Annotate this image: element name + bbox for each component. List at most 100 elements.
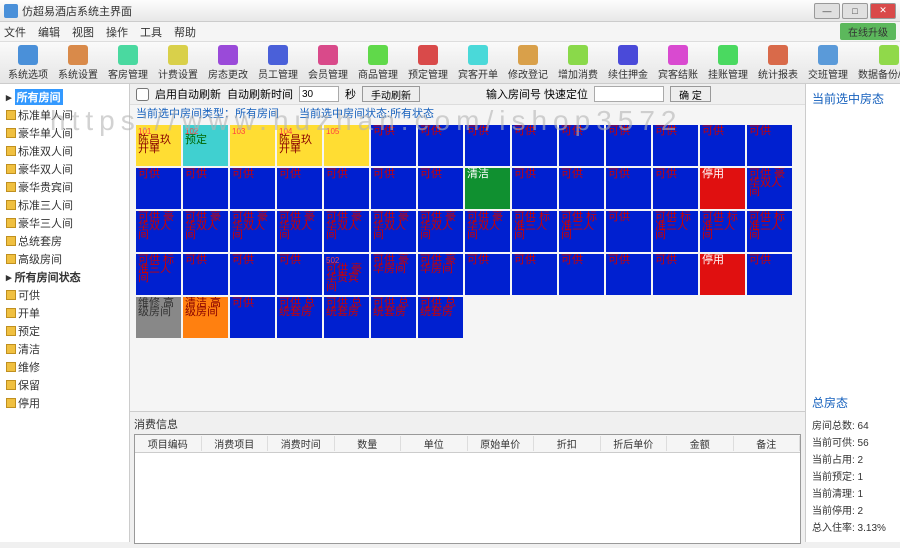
- room-cell[interactable]: 101陈昌玖 开单: [136, 125, 181, 166]
- room-cell[interactable]: 可供 豪华双人间: [418, 211, 463, 252]
- tree-root-status[interactable]: ▸ 所有房间状态: [4, 268, 125, 286]
- room-cell[interactable]: 可供 标准三人间: [747, 211, 792, 252]
- room-cell[interactable]: 可供: [512, 125, 557, 166]
- room-cell[interactable]: 可供 总统套房: [371, 297, 416, 338]
- room-cell[interactable]: 可供: [418, 168, 463, 209]
- room-cell[interactable]: 可供 豪华双人间: [136, 211, 181, 252]
- room-cell[interactable]: 可供: [230, 254, 275, 295]
- online-upgrade-button[interactable]: 在线升级: [840, 23, 896, 40]
- tree-item[interactable]: 高级房间: [4, 250, 125, 268]
- tree-item[interactable]: 保留: [4, 376, 125, 394]
- room-cell[interactable]: 可供: [136, 168, 181, 209]
- room-cell[interactable]: 可供 总统套房: [277, 297, 322, 338]
- toolbar-1[interactable]: 系统设置: [54, 43, 102, 83]
- room-cell[interactable]: 停用: [700, 254, 745, 295]
- room-cell[interactable]: 可供: [183, 168, 228, 209]
- room-cell[interactable]: 103: [230, 125, 275, 166]
- toolbar-6[interactable]: 会员管理: [304, 43, 352, 83]
- room-cell[interactable]: 可供: [465, 125, 510, 166]
- toolbar-9[interactable]: 宾客开单: [454, 43, 502, 83]
- room-cell[interactable]: 502可供 豪华贵宾间: [324, 254, 369, 295]
- room-cell[interactable]: 102预定: [183, 125, 228, 166]
- autorefresh-checkbox[interactable]: [136, 88, 149, 101]
- toolbar-13[interactable]: 宾客结账: [654, 43, 702, 83]
- room-cell[interactable]: 可供 豪华双人间: [277, 211, 322, 252]
- maximize-button[interactable]: □: [842, 3, 868, 19]
- toolbar-14[interactable]: 挂账管理: [704, 43, 752, 83]
- toolbar-4[interactable]: 房态更改: [204, 43, 252, 83]
- room-cell[interactable]: 可供: [606, 168, 651, 209]
- room-cell[interactable]: 可供: [653, 168, 698, 209]
- toolbar-7[interactable]: 商品管理: [354, 43, 402, 83]
- room-cell[interactable]: 可供: [465, 254, 510, 295]
- room-cell[interactable]: 可供: [559, 254, 604, 295]
- room-cell[interactable]: 104陈昌玖 开单: [277, 125, 322, 166]
- tree-item[interactable]: 预定: [4, 322, 125, 340]
- room-cell[interactable]: 可供: [324, 168, 369, 209]
- room-cell[interactable]: 105: [324, 125, 369, 166]
- tree-item[interactable]: 清洁: [4, 340, 125, 358]
- room-cell[interactable]: 可供: [747, 254, 792, 295]
- room-cell[interactable]: 可供 豪华双人间: [371, 211, 416, 252]
- room-cell[interactable]: 可供: [371, 125, 416, 166]
- room-cell[interactable]: 可供 豪华房间: [418, 254, 463, 295]
- room-cell[interactable]: 可供: [700, 125, 745, 166]
- tree-item[interactable]: 停用: [4, 394, 125, 412]
- close-button[interactable]: ✕: [870, 3, 896, 19]
- room-cell[interactable]: 可供: [653, 254, 698, 295]
- room-cell[interactable]: 可供 豪华双人间: [324, 211, 369, 252]
- room-cell[interactable]: 可供: [606, 211, 651, 252]
- room-cell[interactable]: 可供: [230, 297, 275, 338]
- room-cell[interactable]: 可供: [559, 125, 604, 166]
- toolbar-15[interactable]: 统计报表: [754, 43, 802, 83]
- room-cell[interactable]: 可供 标准三人间: [136, 254, 181, 295]
- room-cell[interactable]: 可供: [512, 254, 557, 295]
- tree-root-rooms[interactable]: ▸ 所有房间: [4, 88, 125, 106]
- room-cell[interactable]: 可供 豪华双人间: [183, 211, 228, 252]
- room-cell[interactable]: 可供: [418, 125, 463, 166]
- tree-item[interactable]: 豪华贵宾间: [4, 178, 125, 196]
- roomno-input[interactable]: [594, 86, 664, 102]
- room-cell[interactable]: 可供: [653, 125, 698, 166]
- toolbar-2[interactable]: 客房管理: [104, 43, 152, 83]
- room-cell[interactable]: 可供: [747, 125, 792, 166]
- tree-item[interactable]: 可供: [4, 286, 125, 304]
- room-cell[interactable]: 可供: [512, 168, 557, 209]
- refreshtime-input[interactable]: [299, 86, 339, 102]
- ok-button[interactable]: 确 定: [670, 86, 711, 102]
- toolbar-5[interactable]: 员工管理: [254, 43, 302, 83]
- tree-item[interactable]: 豪华双人间: [4, 160, 125, 178]
- room-cell[interactable]: 可供: [371, 168, 416, 209]
- room-cell[interactable]: 可供 标准三人间: [653, 211, 698, 252]
- menu-help[interactable]: 帮助: [174, 24, 196, 40]
- room-cell[interactable]: 维修 高级房间: [136, 297, 181, 338]
- menu-edit[interactable]: 编辑: [38, 24, 60, 40]
- toolbar-16[interactable]: 交班管理: [804, 43, 852, 83]
- tree-item[interactable]: 总统套房: [4, 232, 125, 250]
- room-cell[interactable]: 可供: [277, 254, 322, 295]
- room-cell[interactable]: 可供 豪华房间: [371, 254, 416, 295]
- toolbar-8[interactable]: 预定管理: [404, 43, 452, 83]
- tree-item[interactable]: 标准单人间: [4, 106, 125, 124]
- toolbar-0[interactable]: 系统选项: [4, 43, 52, 83]
- room-cell[interactable]: 可供 标准三人间: [512, 211, 557, 252]
- room-cell[interactable]: 可供: [606, 254, 651, 295]
- menu-file[interactable]: 文件: [4, 24, 26, 40]
- menu-action[interactable]: 操作: [106, 24, 128, 40]
- room-cell[interactable]: 可供 豪华双人间: [465, 211, 510, 252]
- tree-item[interactable]: 豪华三人间: [4, 214, 125, 232]
- room-cell[interactable]: 可供 标准三人间: [700, 211, 745, 252]
- room-cell[interactable]: 可供: [559, 168, 604, 209]
- tree-item[interactable]: 开单: [4, 304, 125, 322]
- room-cell[interactable]: 可供: [277, 168, 322, 209]
- room-cell[interactable]: 可供 豪华双人间: [230, 211, 275, 252]
- toolbar-11[interactable]: 增加消费: [554, 43, 602, 83]
- room-cell[interactable]: 停用: [700, 168, 745, 209]
- room-cell[interactable]: 可供 总统套房: [324, 297, 369, 338]
- toolbar-3[interactable]: 计费设置: [154, 43, 202, 83]
- room-cell[interactable]: 可供 豪华双人间: [747, 168, 792, 209]
- tree-item[interactable]: 标准双人间: [4, 142, 125, 160]
- room-cell[interactable]: 可供 标准三人间: [559, 211, 604, 252]
- menu-tools[interactable]: 工具: [140, 24, 162, 40]
- room-cell[interactable]: 可供: [230, 168, 275, 209]
